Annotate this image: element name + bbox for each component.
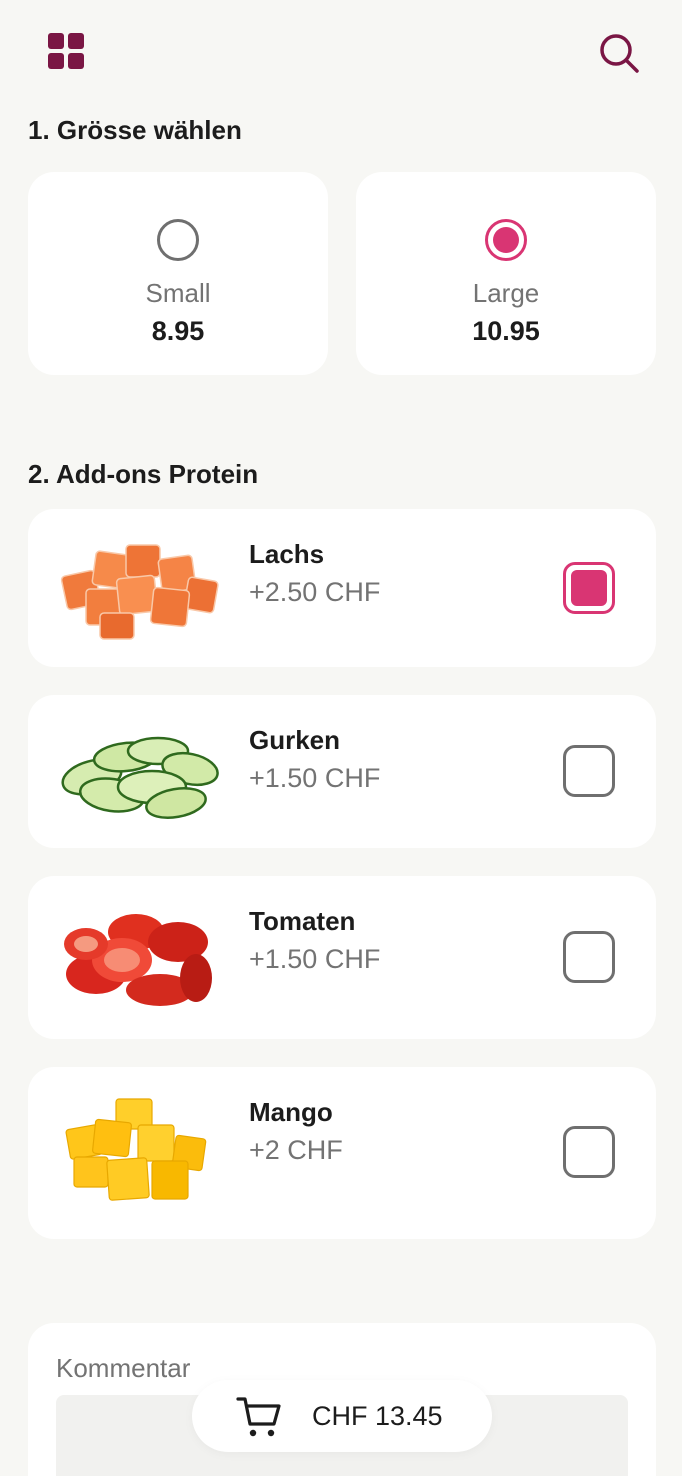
grid-menu-icon[interactable]	[48, 33, 86, 71]
checkbox-tomaten[interactable]	[563, 931, 615, 983]
checkbox-mango[interactable]	[563, 1126, 615, 1178]
size-name: Large	[472, 278, 540, 308]
cart-total: CHF 13.45	[312, 1401, 443, 1431]
addon-name: Mango	[249, 1097, 333, 1127]
checkbox-lachs[interactable]	[563, 562, 615, 614]
addon-name: Lachs	[249, 539, 325, 569]
salmon-image	[60, 544, 219, 640]
radio-large[interactable]	[485, 219, 527, 261]
addon-item-mango[interactable]: Mango +2 CHF	[28, 1067, 656, 1239]
addons-section-title: 2. Add-ons Protein	[28, 459, 259, 489]
cucumber-image	[61, 736, 219, 819]
size-name: Small	[145, 278, 211, 308]
addon-price: +2.50 CHF	[249, 577, 381, 607]
search-icon[interactable]	[598, 32, 640, 74]
tomato-image	[64, 914, 212, 1006]
cart-icon	[236, 1397, 281, 1437]
size-price: 8.95	[151, 316, 205, 346]
size-option-large[interactable]: Large 10.95	[356, 172, 656, 375]
size-price: 10.95	[472, 316, 540, 346]
addon-price: +1.50 CHF	[249, 944, 381, 974]
addon-item-gurken[interactable]: Gurken +1.50 CHF	[28, 695, 656, 848]
checkbox-gurken[interactable]	[563, 745, 615, 797]
size-section-title: 1. Grösse wählen	[28, 115, 242, 145]
addon-name: Gurken	[249, 725, 341, 755]
addon-price: +2 CHF	[249, 1135, 343, 1165]
addon-item-tomaten[interactable]: Tomaten +1.50 CHF	[28, 876, 656, 1039]
addon-price: +1.50 CHF	[249, 763, 381, 793]
size-option-small[interactable]: Small 8.95	[28, 172, 328, 375]
top-bar	[0, 0, 682, 100]
addon-item-lachs[interactable]: Lachs +2.50 CHF	[28, 509, 656, 667]
cart-button[interactable]: CHF 13.45	[192, 1380, 492, 1452]
comment-label: Kommentar	[56, 1353, 191, 1383]
mango-image	[65, 1098, 207, 1201]
addon-name: Tomaten	[249, 906, 356, 936]
radio-small[interactable]	[157, 219, 199, 261]
